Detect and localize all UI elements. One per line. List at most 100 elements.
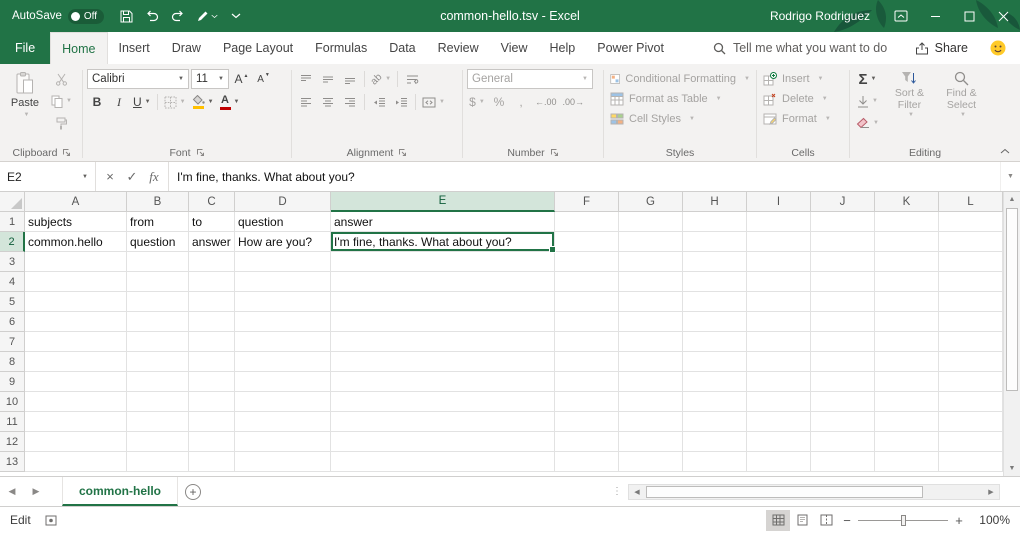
tab-draw[interactable]: Draw: [161, 32, 212, 64]
cell-F3[interactable]: [555, 252, 619, 272]
cell-J12[interactable]: [811, 432, 875, 452]
cell-L6[interactable]: [939, 312, 1003, 332]
cell-B11[interactable]: [127, 412, 189, 432]
cell-D3[interactable]: [235, 252, 331, 272]
cell-A5[interactable]: [25, 292, 127, 312]
cell-L13[interactable]: [939, 452, 1003, 472]
number-format-combo[interactable]: General: [467, 69, 593, 89]
cell-K3[interactable]: [875, 252, 939, 272]
font-size-combo[interactable]: 11: [191, 69, 229, 89]
column-header-F[interactable]: F: [555, 192, 619, 212]
cell-L10[interactable]: [939, 392, 1003, 412]
align-middle-button[interactable]: [318, 69, 338, 89]
cell-L11[interactable]: [939, 412, 1003, 432]
cell-G8[interactable]: [619, 352, 683, 372]
cell-K1[interactable]: [875, 212, 939, 232]
cell-K5[interactable]: [875, 292, 939, 312]
cell-D12[interactable]: [235, 432, 331, 452]
cell-E5[interactable]: [331, 292, 555, 312]
collapse-ribbon-button[interactable]: [996, 144, 1014, 158]
orientation-button[interactable]: ab: [369, 69, 393, 89]
cell-H13[interactable]: [683, 452, 747, 472]
zoom-out-button[interactable]: −: [838, 513, 856, 528]
cell-K9[interactable]: [875, 372, 939, 392]
cell-C5[interactable]: [189, 292, 235, 312]
cell-D7[interactable]: [235, 332, 331, 352]
cell-G11[interactable]: [619, 412, 683, 432]
share-button[interactable]: Share: [915, 32, 968, 64]
tab-data[interactable]: Data: [378, 32, 426, 64]
bold-button[interactable]: B: [87, 92, 107, 112]
cell-B7[interactable]: [127, 332, 189, 352]
row-header-8[interactable]: 8: [0, 352, 25, 372]
align-right-button[interactable]: [340, 92, 360, 112]
tab-page-layout[interactable]: Page Layout: [212, 32, 304, 64]
cell-E6[interactable]: [331, 312, 555, 332]
copy-button[interactable]: [49, 91, 74, 111]
column-header-H[interactable]: H: [683, 192, 747, 212]
cell-I7[interactable]: [747, 332, 811, 352]
cell-L2[interactable]: [939, 232, 1003, 252]
cell-G13[interactable]: [619, 452, 683, 472]
cell-J2[interactable]: [811, 232, 875, 252]
macro-record-button[interactable]: [45, 515, 57, 526]
autosave-control[interactable]: AutoSave Off: [0, 9, 114, 24]
cell-B6[interactable]: [127, 312, 189, 332]
vertical-scrollbar[interactable]: ▲ ▼: [1003, 192, 1020, 476]
tab-review[interactable]: Review: [427, 32, 490, 64]
cell-G3[interactable]: [619, 252, 683, 272]
cell-H10[interactable]: [683, 392, 747, 412]
increase-decimal-button[interactable]: ←.00: [533, 92, 559, 112]
percent-style-button[interactable]: %: [489, 92, 509, 112]
cell-J7[interactable]: [811, 332, 875, 352]
cell-C4[interactable]: [189, 272, 235, 292]
customize-qat-button[interactable]: [224, 3, 248, 29]
minimize-button[interactable]: [918, 0, 952, 32]
cell-L12[interactable]: [939, 432, 1003, 452]
column-header-C[interactable]: C: [189, 192, 235, 212]
increase-indent-button[interactable]: [391, 92, 411, 112]
align-left-button[interactable]: [296, 92, 316, 112]
cell-A8[interactable]: [25, 352, 127, 372]
cell-D10[interactable]: [235, 392, 331, 412]
redo-button[interactable]: [166, 3, 190, 29]
row-header-5[interactable]: 5: [0, 292, 25, 312]
cell-J13[interactable]: [811, 452, 875, 472]
autosave-toggle[interactable]: Off: [68, 9, 104, 24]
sheet-tab-common-hello[interactable]: common-hello: [62, 477, 178, 506]
cell-F9[interactable]: [555, 372, 619, 392]
cell-D8[interactable]: [235, 352, 331, 372]
wrap-text-button[interactable]: [402, 69, 422, 89]
cell-A2[interactable]: common.hello: [25, 232, 127, 252]
cell-H4[interactable]: [683, 272, 747, 292]
formula-input[interactable]: I'm fine, thanks. What about you?: [169, 162, 1000, 191]
cell-A1[interactable]: subjects: [25, 212, 127, 232]
format-as-table-button[interactable]: Format as Table: [608, 89, 752, 108]
decrease-font-size-button[interactable]: A▼: [253, 69, 273, 89]
cell-J5[interactable]: [811, 292, 875, 312]
cell-J11[interactable]: [811, 412, 875, 432]
tab-scrollbar-splitter[interactable]: ⋮: [606, 477, 628, 506]
cell-A10[interactable]: [25, 392, 127, 412]
cell-H6[interactable]: [683, 312, 747, 332]
tab-view[interactable]: View: [490, 32, 539, 64]
cell-G4[interactable]: [619, 272, 683, 292]
cell-C9[interactable]: [189, 372, 235, 392]
cell-I13[interactable]: [747, 452, 811, 472]
cell-D1[interactable]: question: [235, 212, 331, 232]
zoom-level[interactable]: 100%: [968, 513, 1010, 527]
cell-G7[interactable]: [619, 332, 683, 352]
tab-formulas[interactable]: Formulas: [304, 32, 378, 64]
font-color-button[interactable]: A: [218, 92, 242, 112]
scroll-right-arrow[interactable]: ▶: [983, 488, 999, 496]
cell-J9[interactable]: [811, 372, 875, 392]
cell-G10[interactable]: [619, 392, 683, 412]
cell-C8[interactable]: [189, 352, 235, 372]
scroll-left-arrow[interactable]: ◀: [629, 488, 645, 496]
maximize-button[interactable]: [952, 0, 986, 32]
conditional-formatting-button[interactable]: Conditional Formatting: [608, 69, 752, 88]
cell-L9[interactable]: [939, 372, 1003, 392]
alignment-dialog-launcher[interactable]: [398, 148, 407, 157]
cell-K2[interactable]: [875, 232, 939, 252]
cell-C11[interactable]: [189, 412, 235, 432]
